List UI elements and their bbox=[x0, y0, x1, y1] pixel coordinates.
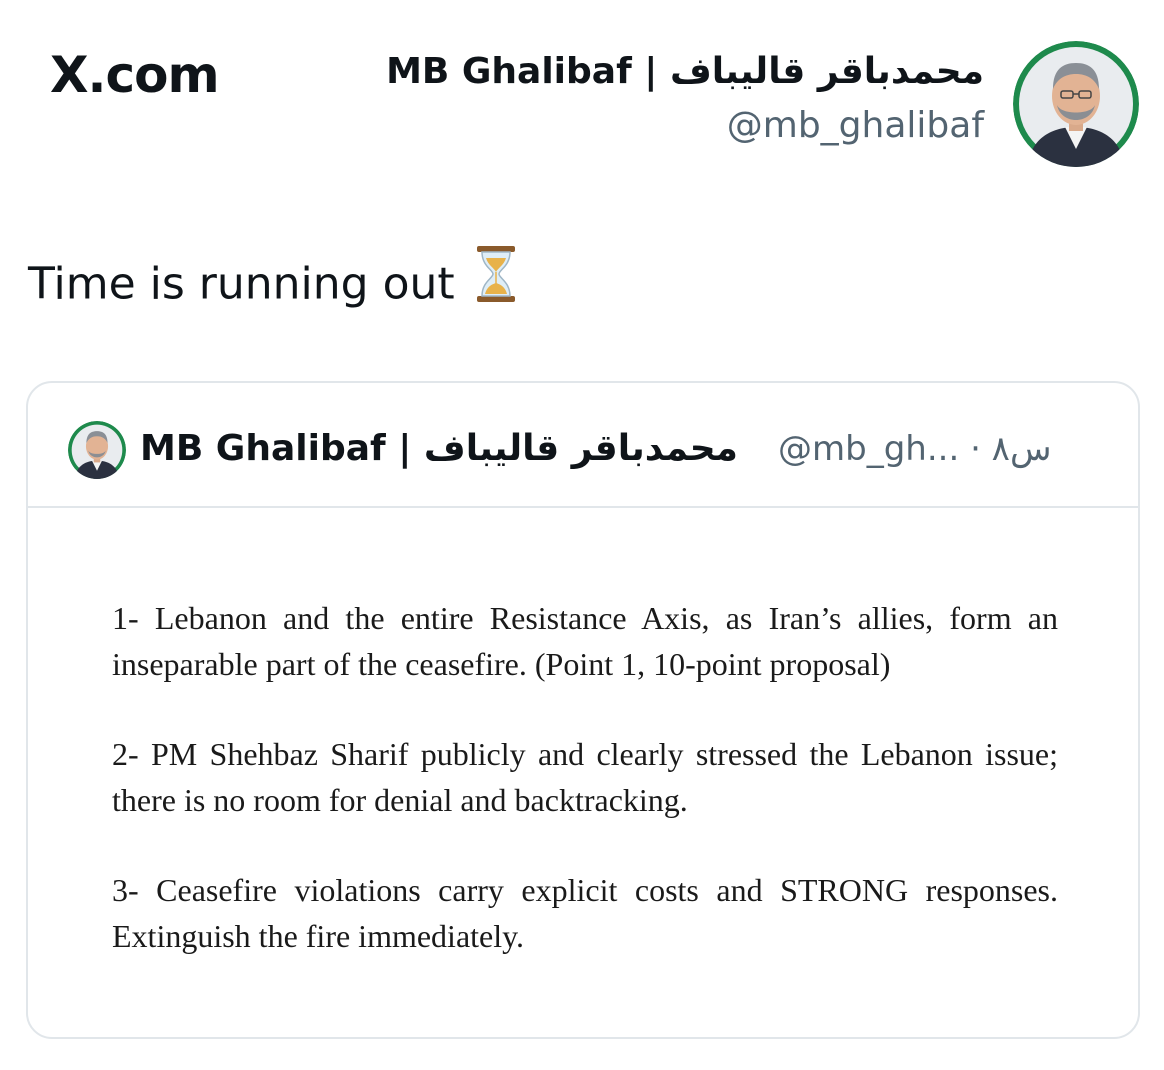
quoted-tweet-card[interactable]: MB Ghalibaf | محمدباقر قالیباف @mb_gh...… bbox=[26, 381, 1140, 1039]
quoted-tweet-body: 1- Lebanon and the entire Resistance Axi… bbox=[112, 595, 1058, 1003]
hourglass-icon bbox=[473, 244, 519, 317]
author-avatar[interactable] bbox=[1013, 41, 1139, 167]
portrait-avatar-icon bbox=[68, 421, 126, 479]
quoted-paragraph-2: 2- PM Shehbaz Sharif publicly and clearl… bbox=[112, 736, 1058, 818]
portrait-avatar-icon bbox=[1013, 41, 1139, 167]
tweet-text: Time is running out bbox=[28, 246, 519, 323]
quoted-author-display-name[interactable]: MB Ghalibaf | محمدباقر قالیباف bbox=[140, 429, 738, 469]
tweet-text-content: Time is running out bbox=[28, 258, 455, 310]
author-handle[interactable]: @mb_ghalibaf bbox=[386, 105, 984, 146]
quoted-paragraph-1: 1- Lebanon and the entire Resistance Axi… bbox=[112, 600, 1058, 682]
author-block: MB Ghalibaf | محمدباقر قالیباف @mb_ghali… bbox=[386, 52, 984, 145]
quoted-paragraph-3: 3- Ceasefire violations carry explicit c… bbox=[112, 872, 1058, 954]
quoted-author-avatar[interactable] bbox=[68, 421, 126, 479]
quoted-tweet-meta[interactable]: @mb_gh... · ۸س bbox=[778, 430, 1051, 468]
site-label: X.com bbox=[50, 46, 220, 104]
quoted-tweet-header: MB Ghalibaf | محمدباقر قالیباف @mb_gh...… bbox=[28, 383, 1138, 508]
author-display-name[interactable]: MB Ghalibaf | محمدباقر قالیباف bbox=[386, 52, 984, 92]
